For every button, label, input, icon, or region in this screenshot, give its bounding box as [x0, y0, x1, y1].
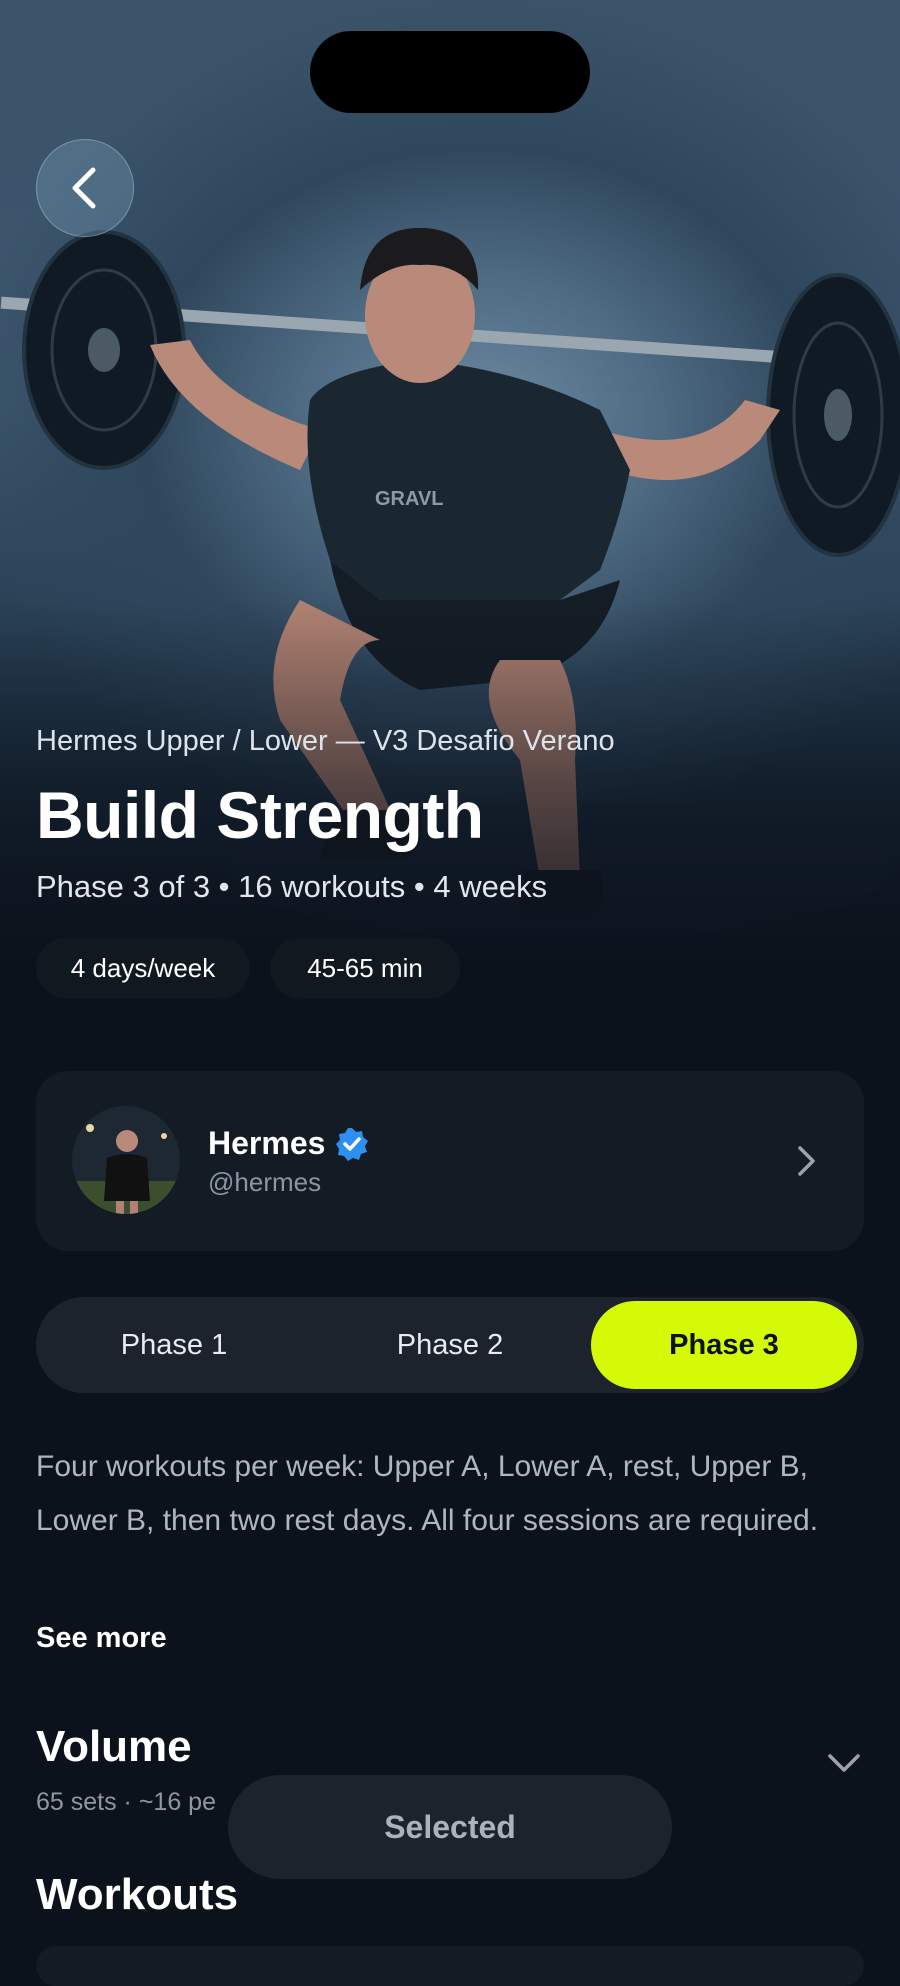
phase-description: Four workouts per week: Upper A, Lower A… — [36, 1450, 819, 1537]
back-button[interactable] — [36, 139, 134, 237]
see-more-link[interactable]: See more — [36, 1622, 167, 1655]
program-series: Hermes Upper / Lower — V3 Desafio Verano — [36, 725, 615, 757]
workout-card[interactable] — [36, 1946, 864, 1986]
chevron-left-icon — [72, 167, 96, 209]
chevron-right-icon — [796, 1144, 818, 1183]
avatar — [72, 1106, 180, 1214]
program-meta: Phase 3 of 3 • 16 workouts • 4 weeks — [36, 869, 548, 904]
workouts-title: Workouts — [36, 1870, 239, 1919]
tab-phase-2[interactable]: Phase 2 — [312, 1297, 588, 1393]
tab-phase-3[interactable]: Phase 3 — [591, 1301, 857, 1389]
volume-title: Volume — [36, 1722, 192, 1771]
tab-phase-1[interactable]: Phase 1 — [36, 1297, 312, 1393]
creator-card[interactable]: Hermes @hermes — [36, 1071, 864, 1251]
creator-name: Hermes — [208, 1125, 326, 1161]
shirt-logo-text: GRAVL — [375, 488, 444, 510]
selected-button[interactable]: Selected — [228, 1775, 672, 1879]
chip-duration: 45-65 min — [270, 938, 460, 998]
volume-subtitle: 65 sets · ~16 pe — [36, 1788, 216, 1816]
verified-badge-icon — [334, 1126, 370, 1167]
creator-handle: @hermes — [208, 1167, 322, 1197]
chevron-down-icon[interactable] — [826, 1752, 862, 1779]
phase-segmented-control: Phase 1 Phase 2 Phase 3 — [36, 1297, 864, 1393]
dynamic-island — [310, 31, 590, 113]
program-title: Build Strength — [36, 778, 484, 852]
chip-days-per-week: 4 days/week — [36, 938, 250, 998]
hero-image: GRAVL — [0, 0, 900, 1010]
